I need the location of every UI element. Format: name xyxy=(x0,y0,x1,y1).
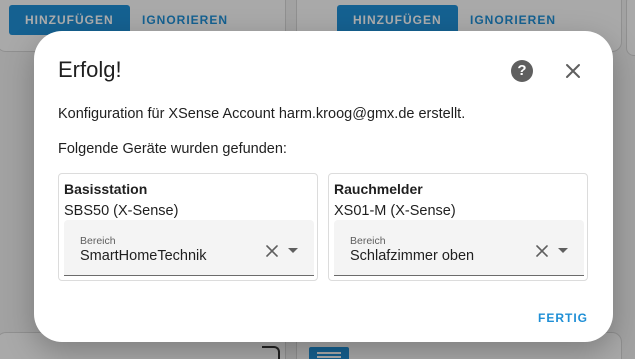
device-card: Rauchmelder XS01-M (X-Sense) Bereich Sch… xyxy=(328,173,588,281)
device-card: Basisstation SBS50 (X-Sense) Bereich Sma… xyxy=(58,173,318,281)
device-model: SBS50 (X-Sense) xyxy=(64,203,179,219)
dialog-title: Erfolg! xyxy=(58,57,122,82)
area-select-label: Bereich xyxy=(350,235,386,247)
clear-icon[interactable] xyxy=(266,245,278,257)
devices-heading: Folgende Geräte wurden gefunden: xyxy=(58,141,287,157)
area-select-value: SmartHomeTechnik xyxy=(80,248,207,264)
area-select[interactable]: Bereich Schlafzimmer oben xyxy=(334,220,584,276)
success-dialog: Erfolg! ? Konfiguration für XSense Accou… xyxy=(34,31,613,342)
area-select-value: Schlafzimmer oben xyxy=(350,248,475,264)
help-icon[interactable]: ? xyxy=(511,60,533,82)
device-model: XS01-M (X-Sense) xyxy=(334,203,456,219)
area-select-label: Bereich xyxy=(80,235,116,247)
success-message: Konfiguration für XSense Account harm.kr… xyxy=(58,106,466,122)
close-icon[interactable] xyxy=(563,61,583,81)
done-button[interactable]: FERTIG xyxy=(534,306,592,330)
clear-icon[interactable] xyxy=(536,245,548,257)
dropdown-arrow-icon[interactable] xyxy=(288,248,298,253)
area-select[interactable]: Bereich SmartHomeTechnik xyxy=(64,220,314,276)
dropdown-arrow-icon[interactable] xyxy=(558,248,568,253)
device-name: Basisstation xyxy=(64,181,148,197)
device-name: Rauchmelder xyxy=(334,181,423,197)
